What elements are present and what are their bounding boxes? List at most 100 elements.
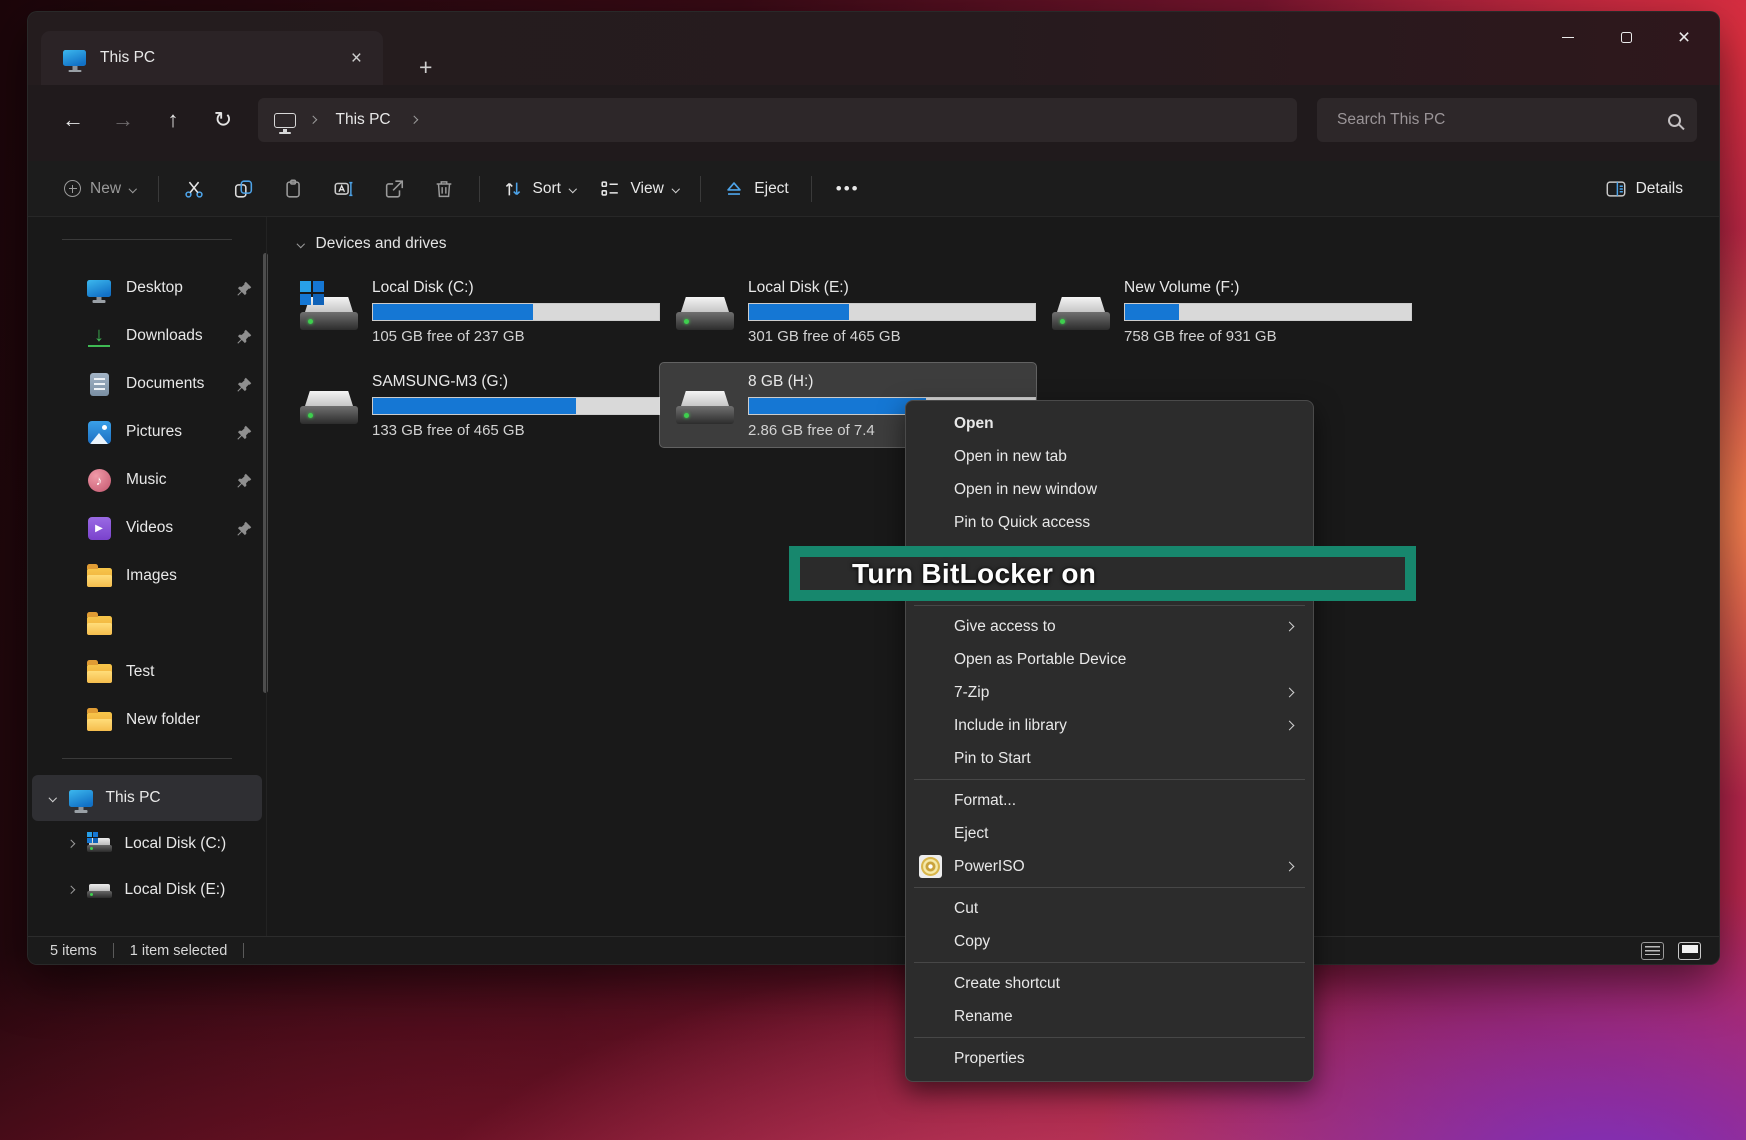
view-label: View [630,180,663,198]
menu-item-rename[interactable]: Rename [906,1000,1313,1033]
status-bar: 5 items 1 item selected [28,936,1719,964]
menu-item-give-access[interactable]: Give access to [906,610,1313,643]
menu-item-open-portable[interactable]: Open as Portable Device [906,643,1313,676]
drive-tile-g[interactable]: SAMSUNG-M3 (G:) 133 GB free of 465 GB [284,363,660,447]
new-button[interactable]: New [52,172,148,206]
cut-button[interactable] [169,170,219,208]
menu-item-open[interactable]: Open [906,407,1313,440]
chevron-right-icon[interactable] [67,886,75,894]
breadcrumb-this-pc[interactable]: This PC [330,109,397,131]
sidebar-item-videos[interactable]: ▶ Videos [28,504,266,552]
drive-name: Local Disk (C:) [372,279,660,297]
menu-item-open-new-window[interactable]: Open in new window [906,473,1313,506]
menu-item-pin-to-start[interactable]: Pin to Start [906,742,1313,775]
sort-button[interactable]: Sort [490,170,588,208]
capacity-bar-fill [749,304,849,320]
large-icons-view-button[interactable] [1678,942,1701,960]
collapse-chevron-icon[interactable] [297,240,305,248]
menu-item-7zip[interactable]: 7-Zip [906,676,1313,709]
sidebar-item-local-disk-c[interactable]: Local Disk (C:) [28,821,266,867]
menu-item-format[interactable]: Format... [906,784,1313,817]
up-button[interactable]: ↑ [150,100,196,140]
menu-item-pin-quick-access[interactable]: Pin to Quick access [906,506,1313,539]
paste-button[interactable] [269,170,319,208]
menu-item-include-library[interactable]: Include in library [906,709,1313,742]
capacity-bar-fill [1125,304,1179,320]
windows-logo-icon [300,281,324,305]
copy-icon [233,178,255,200]
drive-tile-c[interactable]: Local Disk (C:) 105 GB free of 237 GB [284,269,660,353]
pin-icon [237,425,252,440]
chevron-right-icon[interactable] [67,840,75,848]
delete-button[interactable] [419,170,469,208]
sidebar-item-music[interactable]: ♪ Music [28,456,266,504]
rename-button[interactable] [319,170,369,208]
section-header[interactable]: Devices and drives [298,235,1719,253]
sidebar-item-new-folder[interactable]: New folder [28,696,266,744]
window-controls: × [1539,12,1713,62]
ellipsis-icon: ••• [836,179,860,199]
drive-icon [676,383,734,429]
menu-item-properties[interactable]: Properties [906,1042,1313,1075]
back-button[interactable]: ← [50,100,96,140]
tree-item-label: This PC [106,789,161,807]
tab-this-pc[interactable]: This PC × [41,31,383,85]
menu-item-poweriso[interactable]: PowerISO [906,850,1313,883]
tab-close-icon[interactable]: × [344,47,369,70]
details-pane-button[interactable]: Details [1593,170,1695,208]
plus-circle-icon [64,180,81,197]
selection-count: 1 item selected [130,943,228,959]
chevron-down-icon [129,185,137,193]
menu-item-open-new-tab[interactable]: Open in new tab [906,440,1313,473]
drive-icon [87,882,112,899]
eject-icon [723,178,745,200]
this-pc-icon [63,50,86,66]
see-more-button[interactable]: ••• [822,171,874,207]
drive-tile-e[interactable]: Local Disk (E:) 301 GB free of 465 GB [660,269,1036,353]
turn-bitlocker-on-label[interactable]: Turn BitLocker on [800,558,1096,590]
sidebar-item-desktop[interactable]: Desktop [28,264,266,312]
search-input[interactable]: Search This PC [1317,98,1697,142]
capacity-bar [748,303,1036,321]
close-button[interactable]: × [1655,15,1713,59]
view-button[interactable]: View [587,170,690,208]
menu-item-copy[interactable]: Copy [906,925,1313,958]
sidebar-item-folder[interactable] [28,600,266,648]
copy-button[interactable] [219,170,269,208]
turn-bitlocker-on-highlight[interactable]: Turn BitLocker on [789,546,1416,601]
chevron-down-icon[interactable] [49,794,57,802]
details-view-button[interactable] [1641,942,1664,960]
sidebar-item-this-pc[interactable]: This PC [32,775,262,821]
section-header-label: Devices and drives [316,235,447,253]
drive-tile-f[interactable]: New Volume (F:) 758 GB free of 931 GB [1036,269,1412,353]
sidebar-item-pictures[interactable]: Pictures [28,408,266,456]
menu-separator [914,779,1305,780]
forward-button[interactable]: → [100,100,146,140]
menu-item-create-shortcut[interactable]: Create shortcut [906,967,1313,1000]
menu-item-eject[interactable]: Eject [906,817,1313,850]
chevron-down-icon [569,185,577,193]
sidebar-item-images[interactable]: Images [28,552,266,600]
eject-button[interactable]: Eject [711,170,800,208]
drive-icon [87,836,112,853]
sidebar-item-local-disk-e[interactable]: Local Disk (E:) [28,867,266,913]
status-divider [243,943,244,958]
drive-name: New Volume (F:) [1124,279,1412,297]
refresh-button[interactable]: ↻ [200,100,246,140]
share-button[interactable] [369,170,419,208]
new-tab-button[interactable]: + [409,54,442,85]
submenu-arrow-icon [1285,862,1295,872]
menu-item-cut[interactable]: Cut [906,892,1313,925]
sidebar-item-test[interactable]: Test [28,648,266,696]
pin-icon [237,329,252,344]
rename-icon [333,178,355,200]
sidebar-divider [62,758,232,759]
drive-free-space: 133 GB free of 465 GB [372,422,660,439]
sidebar-item-documents[interactable]: Documents [28,360,266,408]
maximize-button[interactable] [1597,15,1655,59]
breadcrumb[interactable]: This PC [258,98,1297,142]
sidebar-item-downloads[interactable]: ↓ Downloads [28,312,266,360]
minimize-button[interactable] [1539,15,1597,59]
drive-free-space: 301 GB free of 465 GB [748,328,1036,345]
sidebar-item-label: Images [126,567,252,585]
